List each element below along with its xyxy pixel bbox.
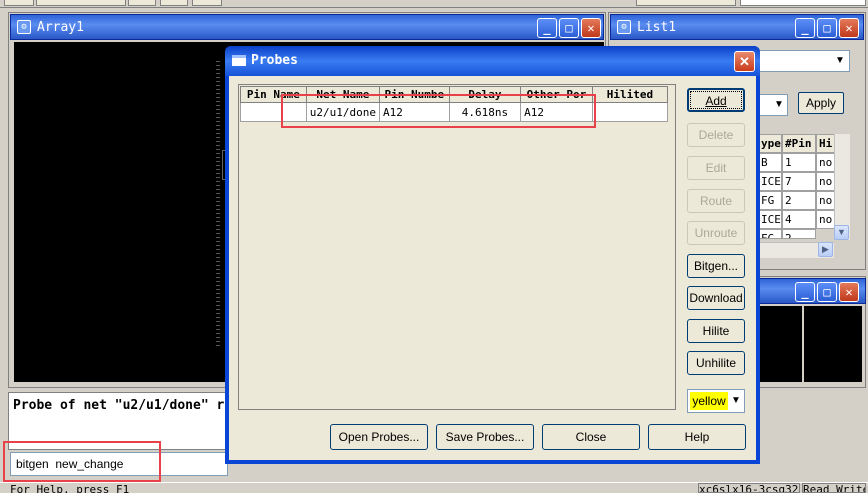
chevron-down-icon[interactable]: ▼ xyxy=(832,53,848,69)
maximize-icon[interactable]: □ xyxy=(817,282,837,302)
maximize-icon[interactable]: □ xyxy=(559,18,579,38)
list-cell: 2 xyxy=(782,229,816,239)
status-help-text: For Help, press F1 xyxy=(10,484,130,493)
list-cell[interactable]: no xyxy=(816,172,836,191)
column-header[interactable]: Hilited xyxy=(591,86,669,103)
scroll-down-icon[interactable]: ▼ xyxy=(834,225,849,240)
list-cell: FG xyxy=(758,191,782,210)
close-icon[interactable]: ✕ xyxy=(734,51,755,72)
list-window-titlebar[interactable]: ⚙ List1 _ □ ✕ xyxy=(610,14,864,40)
scroll-right-icon[interactable]: ▶ xyxy=(818,242,833,257)
array-window-titlebar[interactable]: ⚙ Array1 _ □ ✕ xyxy=(10,14,604,40)
toolbar-button[interactable] xyxy=(636,0,736,6)
toolbar-button[interactable] xyxy=(192,0,222,6)
list-cell: 2 xyxy=(782,191,816,210)
help-button[interactable]: Help xyxy=(648,424,746,450)
command-highlight xyxy=(3,441,161,482)
toolbar-button[interactable] xyxy=(160,0,188,6)
close-icon[interactable]: ✕ xyxy=(839,18,859,38)
list-cell: ICE xyxy=(758,210,782,229)
minimize-icon[interactable]: _ xyxy=(795,282,815,302)
list-cell: 1 xyxy=(782,153,816,172)
small-window-titlebar[interactable]: _ □ ✕ xyxy=(758,278,866,304)
array-window-title: Array1 xyxy=(37,20,84,35)
toolbar-button[interactable] xyxy=(4,0,34,6)
list-window-icon: ⚙ xyxy=(617,20,631,34)
small-window-canvas xyxy=(804,306,862,382)
maximize-icon[interactable]: □ xyxy=(817,18,837,38)
unroute-button[interactable]: Unroute xyxy=(687,221,745,245)
probe-row-highlight xyxy=(281,94,596,128)
route-button[interactable]: Route xyxy=(687,189,745,213)
status-mode: Read Write xyxy=(802,483,866,493)
hilite-color-value: yellow xyxy=(690,392,728,410)
probes-window-icon xyxy=(232,55,246,66)
unhilite-button[interactable]: Unhilite xyxy=(687,351,745,375)
toolbar-button[interactable] xyxy=(128,0,156,6)
list-cell: 4 xyxy=(782,210,816,229)
hilited-cell[interactable] xyxy=(591,102,669,122)
list-cell[interactable]: no xyxy=(816,191,836,210)
close-icon[interactable]: ✕ xyxy=(581,18,601,38)
apply-button[interactable]: Apply xyxy=(798,92,844,114)
probes-dialog-titlebar[interactable] xyxy=(225,46,760,76)
close-icon[interactable]: ✕ xyxy=(839,282,859,302)
status-device: xc6slx16-3csg324 xyxy=(698,483,800,493)
small-window-canvas xyxy=(760,306,802,382)
list-header: ype xyxy=(758,134,782,153)
list-cell: FG xyxy=(758,229,782,239)
delete-button[interactable]: Delete xyxy=(687,123,745,147)
list-cell: B xyxy=(758,153,782,172)
toolbar-button[interactable] xyxy=(36,0,126,6)
toolbar-button[interactable] xyxy=(740,0,866,6)
chevron-down-icon[interactable]: ▼ xyxy=(729,392,743,410)
list-table: ype #Pin Hi B 1 no ICE 7 no FG 2 no ICE … xyxy=(758,134,836,258)
list-header: Hi xyxy=(816,134,836,153)
hilite-button[interactable]: Hilite xyxy=(687,319,745,343)
probes-dialog-title: Probes xyxy=(251,53,298,68)
download-button[interactable]: Download xyxy=(687,286,745,310)
list-window-title: List1 xyxy=(637,20,677,35)
list-cell: 7 xyxy=(782,172,816,191)
probes-table-container xyxy=(238,84,676,410)
list-cell[interactable]: no xyxy=(816,210,836,229)
list-cell: ICE xyxy=(758,172,782,191)
console-message: Probe of net "u2/u1/done" r xyxy=(13,398,225,413)
list-header: #Pin xyxy=(782,134,816,153)
add-button[interactable]: Add xyxy=(687,88,745,112)
list-cell[interactable]: no xyxy=(816,153,836,172)
close-button[interactable]: Close xyxy=(542,424,640,450)
minimize-icon[interactable]: _ xyxy=(537,18,557,38)
chevron-down-icon[interactable]: ▼ xyxy=(772,97,786,113)
edit-button[interactable]: Edit xyxy=(687,156,745,180)
minimize-icon[interactable]: _ xyxy=(795,18,815,38)
open-probes-button[interactable]: Open Probes... xyxy=(330,424,428,450)
array-window-icon: ⚙ xyxy=(17,20,31,34)
save-probes-button[interactable]: Save Probes... xyxy=(436,424,534,450)
bitgen-button[interactable]: Bitgen... xyxy=(687,254,745,278)
array-canvas-dots xyxy=(216,58,220,348)
